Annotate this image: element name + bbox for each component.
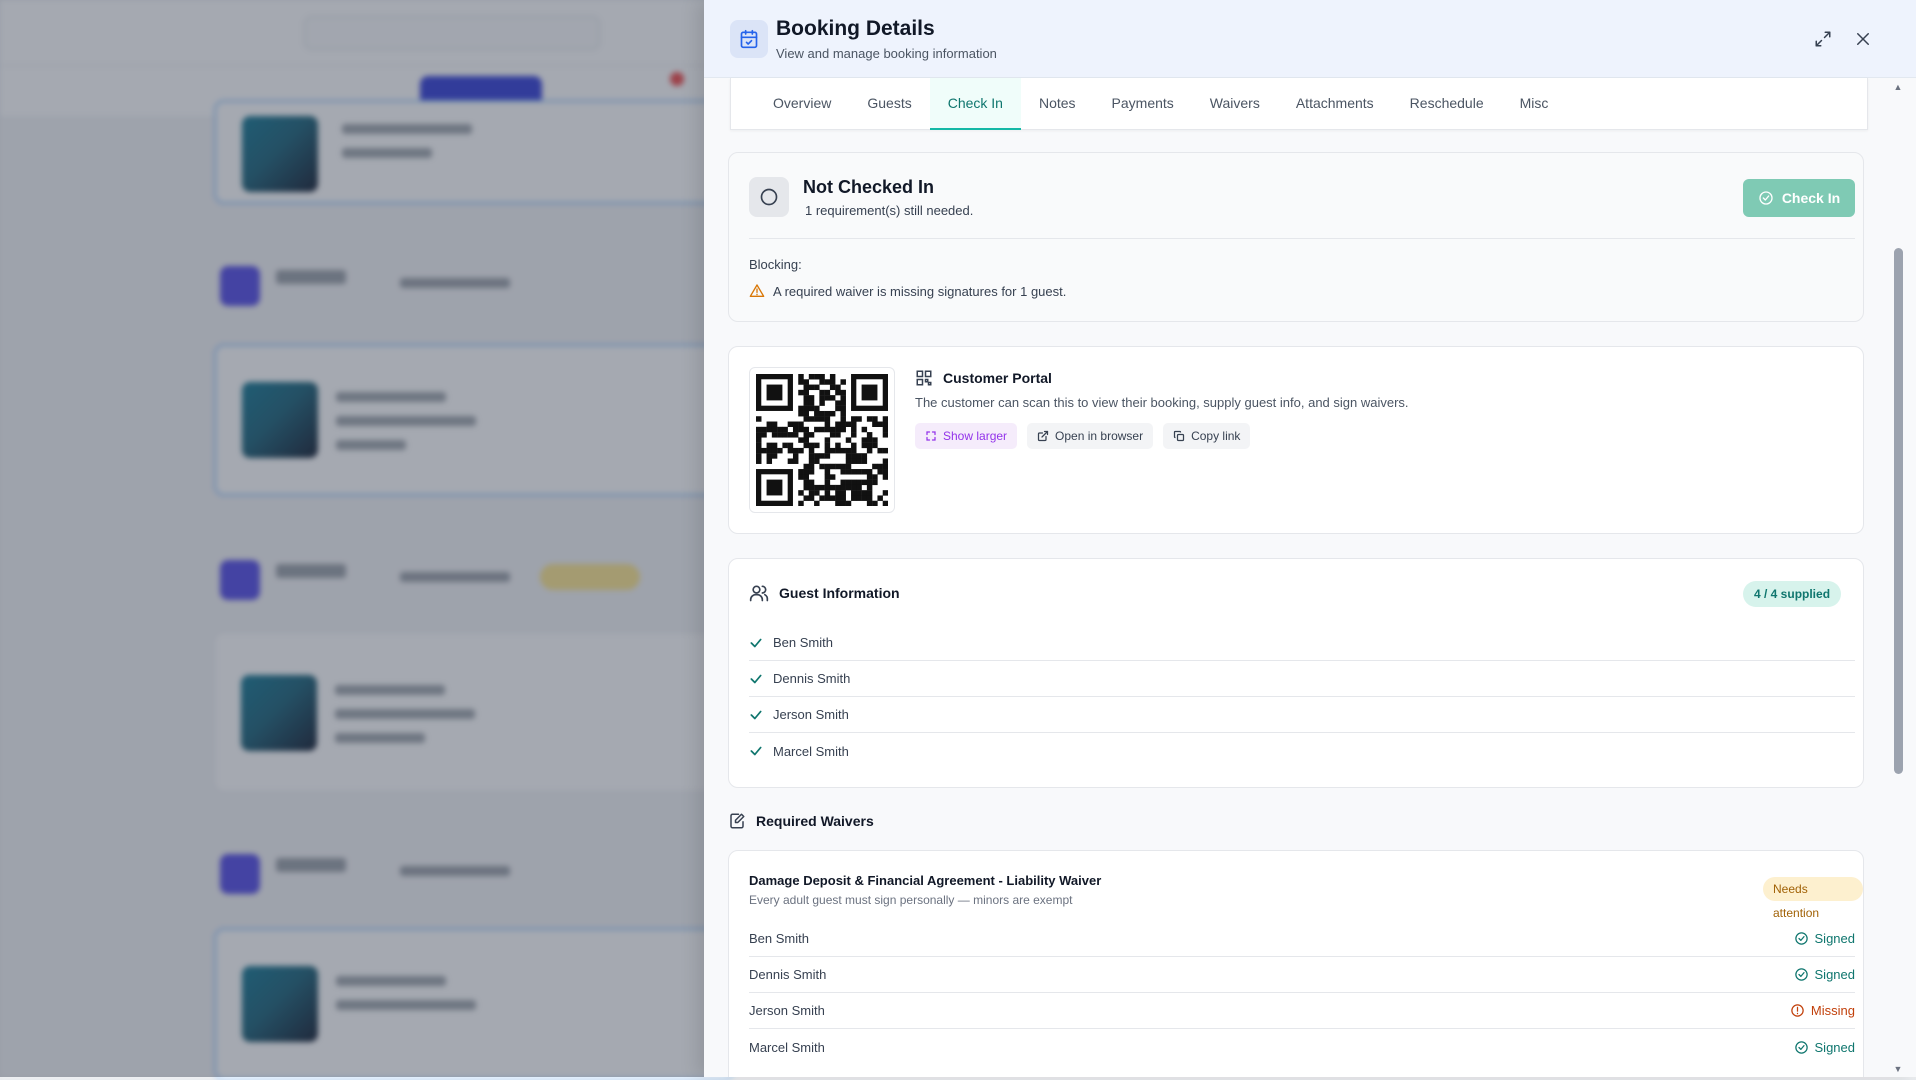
signature-status: Signed	[1794, 967, 1855, 982]
drawer-subtitle: View and manage booking information	[776, 46, 997, 61]
check-icon	[750, 674, 762, 683]
signer-name: Jerson Smith	[749, 1003, 825, 1018]
qr-code-icon	[916, 370, 932, 386]
check-in-status: Not Checked In	[803, 177, 935, 197]
signer-name: Dennis Smith	[749, 967, 827, 982]
customer-portal-card: Customer Portal The customer can scan th…	[728, 346, 1864, 534]
copy-icon	[1173, 430, 1185, 442]
check-in-status-card: Not Checked In 1 requirement(s) still ne…	[728, 152, 1864, 322]
waiver-card: Damage Deposit & Financial Agreement - L…	[728, 850, 1864, 1077]
signature-status-label: Missing	[1810, 1003, 1855, 1018]
scrollbar-thumb[interactable]	[1894, 248, 1903, 774]
guest-information-title: Guest Information	[779, 585, 900, 601]
circle-icon	[749, 177, 789, 217]
tab-waivers[interactable]: Waivers	[1192, 78, 1278, 130]
waiver-signer-row: Dennis Smith Signed	[749, 957, 1855, 993]
tab-payments[interactable]: Payments	[1094, 78, 1192, 130]
expand-button[interactable]	[1810, 26, 1836, 52]
copy-link-label: Copy link	[1191, 429, 1241, 443]
portal-title: Customer Portal	[943, 370, 1052, 386]
tab-misc[interactable]: Misc	[1502, 78, 1567, 130]
modal-backdrop[interactable]	[0, 0, 704, 1077]
guest-name: Jerson Smith	[773, 707, 849, 722]
signature-status: Missing	[1790, 1003, 1855, 1018]
guest-row: Jerson Smith	[749, 697, 1855, 733]
qr-code-image	[756, 374, 888, 506]
check-icon	[750, 710, 762, 719]
tab-reschedule[interactable]: Reschedule	[1392, 78, 1502, 130]
scroll-down-arrow[interactable]: ▼	[1892, 1064, 1904, 1074]
open-in-browser-label: Open in browser	[1055, 429, 1144, 443]
tab-overview[interactable]: Overview	[755, 78, 849, 130]
waiver-signer-row: Jerson Smith Missing	[749, 993, 1855, 1029]
guests-supplied-badge: 4 / 4 supplied	[1743, 581, 1842, 607]
signature-status-label: Signed	[1814, 967, 1855, 982]
guest-name: Dennis Smith	[773, 671, 851, 686]
waiver-rule: Every adult guest must sign personally —…	[749, 893, 1073, 907]
waiver-signer-row: Marcel Smith Signed	[749, 1029, 1855, 1065]
file-signature-icon	[730, 813, 745, 829]
check-icon	[750, 638, 762, 647]
check-icon	[750, 746, 762, 756]
check-in-button-label: Check In	[1781, 190, 1841, 206]
guest-row: Ben Smith	[749, 625, 1855, 661]
portal-description: The customer can scan this to view their…	[915, 395, 1409, 410]
waiver-signer-row: Ben Smith Signed	[749, 921, 1855, 957]
needs-attention-badge: Needs attention	[1763, 877, 1863, 920]
qr-code[interactable]	[749, 367, 895, 513]
booking-details-drawer: Booking Details View and manage booking …	[704, 0, 1916, 1077]
blocking-item-text: A required waiver is missing signatures …	[773, 283, 1067, 299]
portal-header: Customer Portal	[915, 369, 1052, 387]
requirements-text: 1 requirement(s) still needed.	[805, 203, 974, 218]
divider	[749, 238, 1855, 239]
show-larger-label: Show larger	[943, 429, 1008, 443]
blocking-label: Blocking:	[749, 257, 802, 272]
signature-status: Signed	[1794, 1040, 1855, 1055]
guest-information-header: Guest Information	[749, 583, 900, 603]
copy-link-button[interactable]: Copy link	[1163, 423, 1251, 449]
users-icon	[749, 585, 769, 602]
signature-status-label: Signed	[1814, 931, 1855, 946]
guest-information-card: Guest Information 4 / 4 supplied Ben Smi…	[728, 558, 1864, 788]
portal-actions: Show larger Open in browser Copy link	[915, 423, 1251, 449]
alert-circle-icon	[1791, 1004, 1804, 1017]
required-waivers-header: Required Waivers	[728, 812, 874, 830]
signature-status-label: Signed	[1814, 1039, 1855, 1055]
tab-bar: Overview Guests Check In Notes Payments …	[730, 78, 1868, 130]
open-in-browser-button[interactable]: Open in browser	[1027, 423, 1154, 449]
required-waivers-title: Required Waivers	[756, 813, 874, 829]
guest-row: Marcel Smith	[749, 733, 1855, 769]
tab-guests[interactable]: Guests	[849, 78, 929, 130]
check-in-button[interactable]: Check In	[1743, 179, 1855, 217]
guest-row: Dennis Smith	[749, 661, 1855, 697]
tab-notes[interactable]: Notes	[1021, 78, 1094, 130]
check-circle-icon	[1794, 932, 1808, 945]
tab-check-in[interactable]: Check In	[929, 78, 1021, 130]
close-button[interactable]	[1850, 26, 1876, 52]
drawer-header: Booking Details View and manage booking …	[704, 0, 1916, 78]
waiver-name: Damage Deposit & Financial Agreement - L…	[749, 873, 1102, 888]
check-circle-icon	[1794, 1040, 1808, 1054]
check-circle-icon	[1794, 968, 1808, 981]
check-circle-icon	[1759, 191, 1773, 205]
signer-name: Ben Smith	[749, 931, 809, 946]
show-larger-button[interactable]: Show larger	[915, 423, 1018, 449]
signer-name: Marcel Smith	[749, 1039, 825, 1055]
drawer-title: Booking Details	[776, 17, 935, 40]
calendar-check-icon	[730, 20, 768, 58]
blocking-item: A required waiver is missing signatures …	[749, 283, 1066, 299]
tab-attachments[interactable]: Attachments	[1278, 78, 1392, 130]
warning-triangle-icon	[749, 284, 765, 297]
scan-icon	[926, 431, 936, 441]
guest-name: Ben Smith	[773, 635, 833, 650]
external-link-icon	[1037, 430, 1049, 442]
scroll-up-arrow[interactable]: ▲	[1892, 82, 1904, 92]
close-icon	[1857, 33, 1869, 45]
expand-icon	[1815, 31, 1831, 47]
signature-status: Signed	[1794, 931, 1855, 946]
guest-name: Marcel Smith	[773, 743, 849, 759]
